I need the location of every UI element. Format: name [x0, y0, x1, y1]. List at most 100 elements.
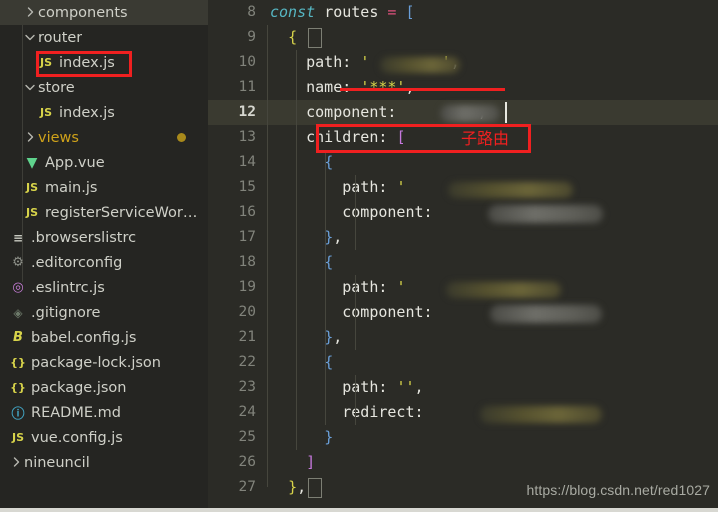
code-line[interactable]: 24 redirect:	[208, 400, 718, 425]
code-line[interactable]: 18 {	[208, 250, 718, 275]
line-number: 11	[238, 79, 256, 95]
modified-badge-dot	[177, 133, 186, 142]
token: ''	[396, 378, 415, 396]
code-line[interactable]: 10 path: ' ',	[208, 50, 718, 75]
tree-item-editorconfig[interactable]: ⚙ .editorconfig	[0, 250, 208, 275]
chevron-right-icon[interactable]	[22, 130, 38, 146]
eslint-icon: ◎	[12, 280, 24, 295]
tree-item-label: package-lock.json	[31, 354, 161, 371]
chevron-down-icon[interactable]	[22, 80, 38, 96]
code-line[interactable]: 25 }	[208, 425, 718, 450]
list-file-icon: ≡	[12, 230, 24, 245]
tree-item-label: components	[38, 4, 128, 21]
code-line[interactable]: 22 {	[208, 350, 718, 375]
token: :	[423, 303, 442, 321]
line-number: 18	[238, 254, 256, 270]
tree-item-label: .gitignore	[31, 304, 101, 321]
token: :	[342, 78, 361, 96]
tree-item-store[interactable]: store	[0, 75, 208, 100]
token: ,	[405, 78, 415, 96]
code-line[interactable]: 20 component:	[208, 300, 718, 325]
tree-item-components[interactable]: components	[0, 0, 208, 25]
tree-item-package-json[interactable]: {} package.json	[0, 375, 208, 400]
token: name	[306, 78, 343, 96]
code-line[interactable]: 21 },	[208, 325, 718, 350]
file-tree[interactable]: components router JS index.js store JS index.j…	[0, 0, 208, 475]
chevron-right-icon[interactable]	[8, 455, 24, 471]
line-content: ]	[270, 450, 315, 475]
indent-guide	[267, 25, 268, 487]
indent-guide	[355, 375, 356, 425]
info-icon: ⓘ	[11, 407, 25, 422]
token: '	[396, 278, 406, 296]
line-content: const routes = [	[270, 0, 415, 25]
line-content: path: '	[270, 175, 405, 200]
line-content: path: '',	[270, 375, 423, 400]
tree-item-label: package.json	[31, 379, 127, 396]
token: ,	[297, 478, 307, 496]
file-explorer-sidebar[interactable]: components router JS index.js store JS index.j…	[0, 0, 208, 512]
tree-item-label: index.js	[59, 104, 115, 121]
tree-item-app-vue[interactable]: ▼ App.vue	[0, 150, 208, 175]
tree-item-eslintrc-js[interactable]: ◎ .eslintrc.js	[0, 275, 208, 300]
code-editor[interactable]: 8const routes = [9 {10 path: ' ',11 name…	[208, 0, 718, 512]
tree-item-router[interactable]: router	[0, 25, 208, 50]
tree-item-label: App.vue	[45, 154, 105, 171]
line-number: 8	[247, 4, 256, 20]
line-content: children: [	[270, 125, 405, 150]
tree-item-readme-md[interactable]: ⓘ README.md	[0, 400, 208, 425]
strikethrough-annotation	[340, 88, 505, 91]
token: :	[414, 403, 433, 421]
code-lines[interactable]: 8const routes = [9 {10 path: ' ',11 name…	[208, 0, 718, 500]
line-content: },	[270, 325, 342, 350]
code-line[interactable]: 8 const routes = [	[208, 0, 718, 25]
line-number: 24	[238, 404, 256, 420]
babel-icon: B	[13, 330, 23, 345]
token: children	[306, 128, 379, 146]
code-line[interactable]: 17 },	[208, 225, 718, 250]
token: :	[378, 178, 397, 196]
tree-item-main-js[interactable]: JS main.js	[0, 175, 208, 200]
line-content: {	[270, 250, 333, 275]
tree-item-gitignore[interactable]: ◈ .gitignore	[0, 300, 208, 325]
tree-item-package-lock-json[interactable]: {} package-lock.json	[0, 350, 208, 375]
line-number: 17	[238, 229, 256, 245]
bracket-match-open	[308, 28, 322, 48]
token: :	[378, 278, 397, 296]
token: ,	[333, 328, 343, 346]
tree-item-babel-config-js[interactable]: Bbabel.config.js	[0, 325, 208, 350]
tree-item-browserslistrc[interactable]: ≡ .browserslistrc	[0, 225, 208, 250]
tree-item-views[interactable]: views	[0, 125, 208, 150]
tree-item-vue-config-js[interactable]: JS vue.config.js	[0, 425, 208, 450]
json-file-icon: {}	[10, 356, 26, 369]
code-line[interactable]: 14 {	[208, 150, 718, 175]
tree-item-index-js[interactable]: JS index.js	[0, 50, 208, 75]
token: {	[288, 28, 298, 46]
token: :	[378, 128, 397, 146]
line-number: 9	[247, 29, 256, 45]
indent-guide	[355, 275, 356, 350]
token: [	[405, 3, 415, 21]
code-line[interactable]: 23 path: '',	[208, 375, 718, 400]
code-line[interactable]: 9 {	[208, 25, 718, 50]
tree-item-index-js[interactable]: JS index.js	[0, 100, 208, 125]
js-file-icon: JS	[25, 181, 38, 194]
code-line[interactable]: 16 component:	[208, 200, 718, 225]
line-number: 12	[238, 104, 256, 120]
tree-item-nineuncil[interactable]: nineuncil	[0, 450, 208, 475]
line-number: 27	[238, 479, 256, 495]
json-file-icon: {}	[10, 381, 26, 394]
tree-item-registerservicewor[interactable]: JS registerServiceWor…	[0, 200, 208, 225]
js-file-icon: JS	[25, 206, 38, 219]
chevron-right-icon[interactable]	[22, 5, 38, 21]
token: path	[342, 378, 379, 396]
code-line[interactable]: 26 ]	[208, 450, 718, 475]
chevron-down-icon[interactable]	[22, 30, 38, 46]
js-file-icon: JS	[39, 106, 52, 119]
